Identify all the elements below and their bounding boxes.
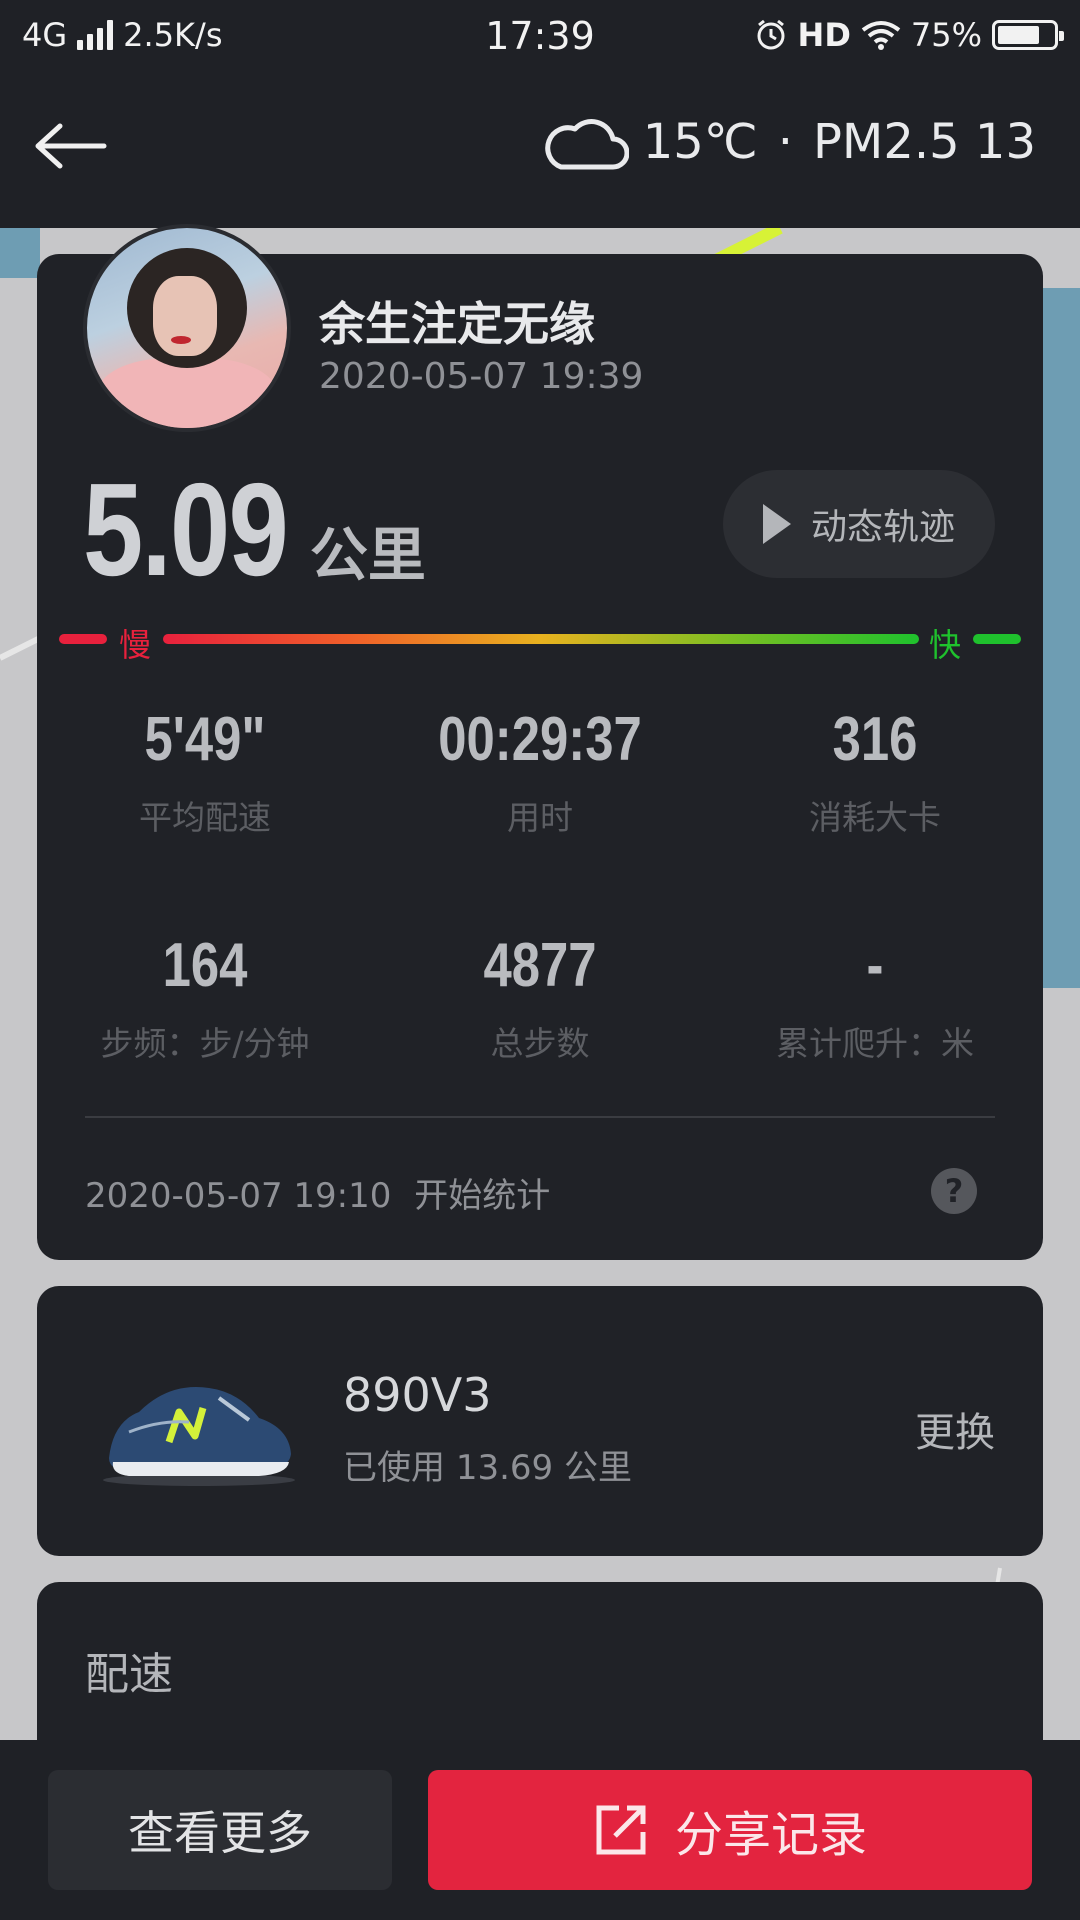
weather-separator: · [777, 114, 793, 170]
start-info: 2020-05-07 19:10 开始统计 [85, 1168, 550, 1217]
status-bar: 4G 2.5K/s 17:39 HD 75% [0, 0, 1080, 76]
distance-display: 5.09 公里 [83, 454, 426, 605]
shoe-card[interactable]: 890V3 已使用 13.69 公里 更换 [37, 1286, 1043, 1556]
divider [85, 1116, 995, 1118]
start-label: 开始统计 [414, 1176, 551, 1216]
shoe-usage: 已使用 13.69 公里 [343, 1448, 632, 1488]
battery-percent: 75% [910, 16, 982, 54]
stat-cadence: 164 步频：步/分钟 [100, 931, 310, 1063]
record-card: 余生注定无缘 2020-05-07 19:39 5.09 公里 动态轨迹 慢 快… [37, 224, 1043, 1260]
replay-track-button[interactable]: 动态轨迹 [723, 470, 995, 578]
replay-track-label: 动态轨迹 [810, 507, 955, 548]
back-arrow-icon [35, 123, 107, 169]
distance-value: 5.09 [83, 456, 289, 603]
change-shoe-button[interactable]: 更换 [915, 1400, 995, 1458]
fast-label: 快 [929, 626, 962, 664]
share-record-label: 分享记录 [674, 1807, 867, 1863]
back-button[interactable] [30, 116, 110, 176]
share-record-button[interactable]: 分享记录 [428, 1770, 1032, 1890]
shoe-image [103, 1387, 295, 1486]
stat-duration: 00:29:37 用时 [438, 705, 642, 837]
cloud-icon [545, 119, 629, 170]
help-icon[interactable]: ? [931, 1168, 977, 1214]
stat-elevation: - 累计爬升：米 [776, 931, 974, 1063]
weather-info: 15℃ · PM2.5 13 [543, 111, 1036, 173]
alarm-icon [757, 19, 785, 50]
distance-unit: 公里 [309, 521, 426, 589]
bottom-bar: 查看更多 分享记录 [0, 1740, 1080, 1920]
hd-indicator: HD [797, 16, 851, 54]
user-name: 余生注定无缘 [319, 297, 595, 351]
wifi-icon [861, 21, 901, 50]
battery-icon [992, 20, 1064, 50]
speed-slow-segment [59, 634, 107, 644]
avatar[interactable] [83, 224, 291, 432]
view-more-button[interactable]: 查看更多 [48, 1770, 392, 1890]
temperature: 15℃ [642, 114, 758, 170]
speed-gradient [163, 634, 919, 644]
play-icon [762, 504, 791, 544]
start-time: 2020-05-07 19:10 [85, 1176, 392, 1216]
share-icon [596, 1805, 646, 1855]
speed-fast-segment [973, 634, 1021, 644]
pace-title: 配速 [85, 1649, 173, 1700]
record-time: 2020-05-07 19:39 [319, 356, 644, 397]
stat-calories: 316 消耗大卡 [809, 705, 941, 837]
pm25-value: PM2.5 13 [812, 114, 1036, 170]
header: 15℃ · PM2.5 13 [0, 76, 1080, 228]
speed-legend: 慢 快 [59, 624, 1021, 664]
stat-total-steps: 4877 总步数 [483, 931, 597, 1063]
shoe-name: 890V3 [343, 1368, 492, 1422]
slow-label: 慢 [119, 626, 152, 664]
stat-avg-pace: 5'49" 平均配速 [139, 705, 271, 837]
